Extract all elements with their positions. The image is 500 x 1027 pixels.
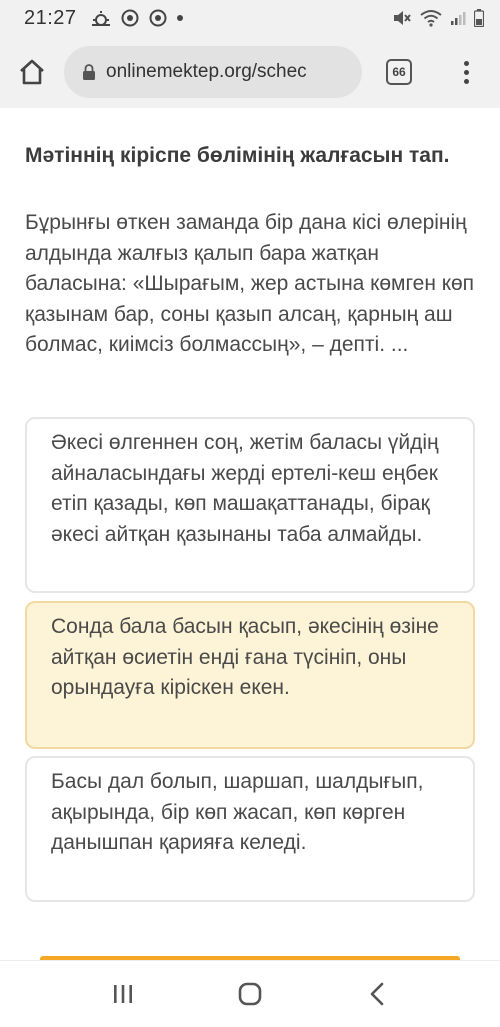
notification-dot <box>176 15 183 21</box>
browser-toolbar: onlinemektep.org/schec 66 <box>0 36 500 108</box>
back-button[interactable] <box>347 964 407 1024</box>
chrome-icon <box>149 9 167 27</box>
question-title: Мәтіннің кіріспе бөлімінің жалғасын тап. <box>25 144 450 167</box>
status-icons-left <box>91 9 183 27</box>
answer-option-text: Басы дал болып, шаршап, шалдығып, ақырын… <box>51 770 424 854</box>
back-icon <box>370 982 383 1006</box>
home-nav-button[interactable] <box>220 964 280 1024</box>
menu-button[interactable] <box>436 36 496 108</box>
answer-option-text: Әкесі өлгеннен соң, жетім баласы үйдің а… <box>51 431 439 546</box>
signal-icon <box>451 12 466 25</box>
status-time: 21:27 <box>24 6 77 29</box>
home-circle-icon <box>238 982 262 1006</box>
answer-option-1[interactable]: Әкесі өлгеннен соң, жетім баласы үйдің а… <box>25 417 475 593</box>
menu-dot-icon <box>463 69 469 75</box>
home-button[interactable] <box>0 36 64 108</box>
status-icons-right <box>392 9 484 27</box>
recent-apps-icon <box>114 985 133 1003</box>
url-bar[interactable]: onlinemektep.org/schec <box>64 46 362 98</box>
menu-dot-icon <box>463 60 469 66</box>
lock-icon <box>83 63 95 80</box>
answer-option-2[interactable]: Сонда бала басын қасып, әкесінің өзіне а… <box>25 601 475 749</box>
menu-dot-icon <box>463 78 469 84</box>
navigation-bar <box>0 960 500 1027</box>
chrome-icon <box>121 9 139 27</box>
battery-icon <box>474 9 484 27</box>
weather-icon <box>91 11 110 26</box>
page-content: Мәтіннің кіріспе бөлімінің жалғасын тап.… <box>0 108 500 960</box>
passage-text: Бұрынғы өткен заманда бір дана кісі өлер… <box>25 211 475 357</box>
status-bar: 21:27 <box>0 0 500 36</box>
answer-option-3[interactable]: Басы дал болып, шаршап, шалдығып, ақырын… <box>25 756 475 902</box>
home-icon <box>20 59 44 85</box>
wifi-icon <box>420 10 442 27</box>
url-text: onlinemektep.org/schec <box>106 61 307 82</box>
tab-switcher-button[interactable]: 66 <box>362 36 436 108</box>
tab-count: 66 <box>386 59 412 85</box>
mute-icon <box>394 11 411 25</box>
answer-option-text: Сонда бала басын қасып, әкесінің өзіне а… <box>51 615 439 699</box>
recent-apps-button[interactable] <box>93 964 153 1024</box>
